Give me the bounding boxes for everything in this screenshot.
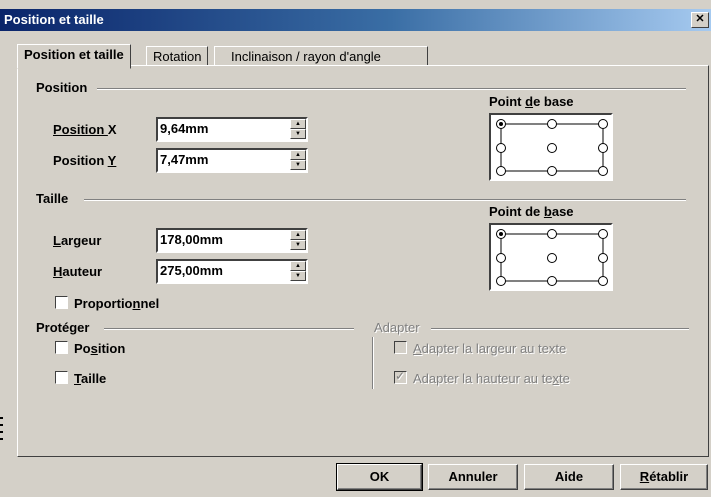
- width-spin-buttons[interactable]: ▲ ▼: [290, 230, 306, 251]
- position-x-spinbox[interactable]: ▲ ▼: [156, 117, 308, 142]
- keep-ratio-box[interactable]: [55, 296, 68, 309]
- protect-position-box[interactable]: [55, 341, 68, 354]
- help-button[interactable]: Aide: [524, 464, 614, 490]
- protect-position-label-post: ition: [97, 341, 126, 356]
- position-y-spin-buttons[interactable]: ▲ ▼: [290, 150, 306, 171]
- width-spinbox[interactable]: ▲ ▼: [156, 228, 308, 253]
- position-x-label: Position X: [53, 122, 117, 137]
- title-bar[interactable]: Position et taille ✕: [0, 9, 711, 31]
- close-button[interactable]: ✕: [691, 12, 709, 28]
- protect-position-checkbox[interactable]: Position: [55, 341, 125, 356]
- protect-size-label-key: T: [74, 371, 81, 386]
- keep-ratio-label-pre: Proportio: [74, 296, 133, 311]
- height-spin-buttons[interactable]: ▲ ▼: [290, 261, 306, 282]
- fit-height-label-post: te: [559, 371, 570, 386]
- edge-mark: [0, 438, 3, 440]
- tab-position-size[interactable]: Position et taille: [17, 44, 131, 69]
- reset-button[interactable]: Rétablir: [620, 464, 708, 490]
- fit-height-label-pre: Adapter la hauteur au te: [413, 371, 553, 386]
- fit-width-box[interactable]: [394, 341, 407, 354]
- tab-slant-label: Inclinaison / rayon d'angle: [231, 49, 381, 64]
- height-input[interactable]: [160, 262, 260, 279]
- width-up-button[interactable]: ▲: [290, 230, 306, 240]
- position-y-down-button[interactable]: ▼: [290, 160, 306, 170]
- tab-rotation-label: Rotation: [153, 49, 202, 64]
- width-label: Largeur: [53, 233, 102, 248]
- height-label: Hauteur: [53, 264, 103, 279]
- edge-mark: [0, 424, 3, 426]
- position-base-point-label: Point de base: [489, 94, 574, 109]
- height-spinbox[interactable]: ▲ ▼: [156, 259, 308, 284]
- fit-height-box[interactable]: ✓: [394, 369, 407, 384]
- protect-size-label-post: aille: [80, 371, 107, 386]
- size-base-point-grid[interactable]: [491, 225, 611, 289]
- reset-label-key: R: [639, 469, 650, 484]
- window-title: Position et taille: [4, 12, 104, 27]
- fit-height-checkbox[interactable]: ✓ Adapter la hauteur au texte: [394, 369, 570, 386]
- height-down-button[interactable]: ▼: [290, 271, 306, 281]
- position-group-line: [97, 88, 686, 90]
- position-base-point-selector[interactable]: [489, 113, 613, 181]
- reset-label-post: établir: [649, 469, 689, 484]
- fit-width-label-post: dapter la largeur au texte: [421, 341, 567, 356]
- edge-mark: [0, 417, 3, 419]
- protect-group-label: Protéger: [36, 320, 90, 335]
- ok-button[interactable]: OK: [336, 463, 423, 491]
- width-down-button[interactable]: ▼: [290, 240, 306, 250]
- position-x-input[interactable]: [160, 120, 260, 137]
- dialog-window: Position et taille ✕ Position et taille …: [0, 0, 711, 497]
- position-base-point-grid[interactable]: [491, 115, 611, 179]
- position-y-up-button[interactable]: ▲: [290, 150, 306, 160]
- keep-ratio-checkbox[interactable]: Proportionnel: [55, 296, 159, 311]
- tab-position-size-label: Position et taille: [24, 47, 124, 62]
- protect-position-label-pre: Po: [74, 341, 91, 356]
- fit-width-checkbox[interactable]: Adapter la largeur au texte: [394, 341, 566, 356]
- position-y-spinbox[interactable]: ▲ ▼: [156, 148, 308, 173]
- position-group-label: Position: [36, 80, 88, 95]
- position-x-spin-buttons[interactable]: ▲ ▼: [290, 119, 306, 140]
- fit-group-label: Adapter: [374, 320, 420, 335]
- size-base-point-label: Point de base: [489, 204, 574, 219]
- position-x-up-button[interactable]: ▲: [290, 119, 306, 129]
- protect-group-line: [104, 328, 354, 330]
- edge-mark: [0, 431, 3, 433]
- size-group-line: [84, 199, 686, 201]
- position-x-down-button[interactable]: ▼: [290, 129, 306, 139]
- size-group-label: Taille: [36, 191, 69, 206]
- position-y-label: Position Y: [53, 153, 117, 168]
- width-input[interactable]: [160, 231, 260, 248]
- fit-group-line: [431, 328, 689, 330]
- position-y-input[interactable]: [160, 151, 260, 168]
- size-base-point-selector[interactable]: [489, 223, 613, 291]
- fit-group-divider: [372, 337, 374, 389]
- check-mark-icon: ✓: [395, 369, 406, 383]
- protect-size-box[interactable]: [55, 371, 68, 384]
- height-up-button[interactable]: ▲: [290, 261, 306, 271]
- cancel-button[interactable]: Annuler: [428, 464, 518, 490]
- keep-ratio-label-post: nel: [140, 296, 160, 311]
- close-icon[interactable]: ✕: [695, 13, 704, 25]
- protect-size-checkbox[interactable]: Taille: [55, 371, 106, 386]
- protect-position-label-key: s: [90, 341, 98, 356]
- fit-width-label-key: A: [413, 341, 422, 356]
